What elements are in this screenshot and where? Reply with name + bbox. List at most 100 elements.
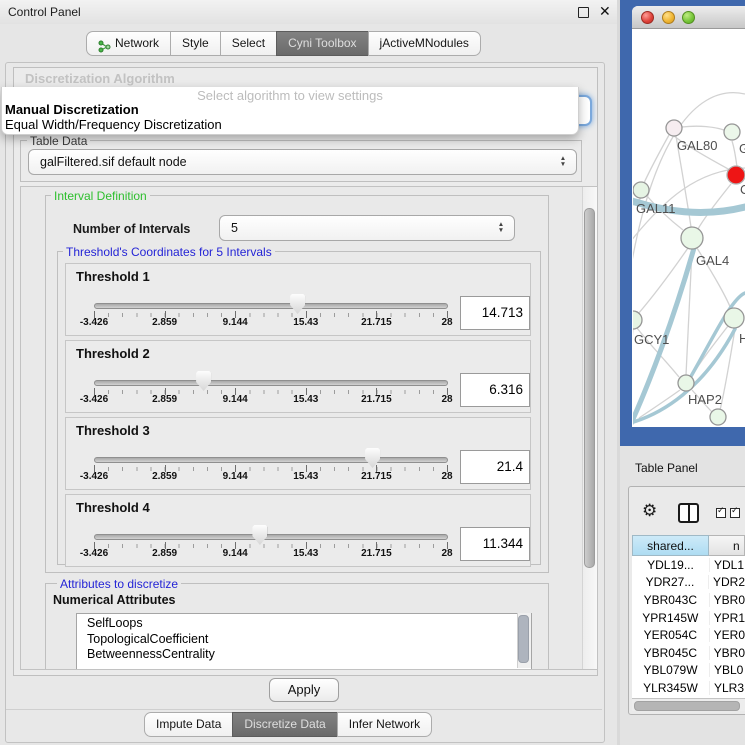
tab-discretize-data[interactable]: Discretize Data	[232, 712, 337, 737]
cell-name: YDL1	[709, 558, 745, 572]
divider	[6, 709, 602, 710]
popup-item-equal-width-frequency[interactable]: Equal Width/Frequency Discretization	[5, 117, 222, 132]
popup-item-manual-discretization[interactable]: Manual Discretization	[5, 102, 139, 117]
threshold-value-field[interactable]: 11.344	[460, 527, 530, 561]
network-node-label: GAL80	[677, 138, 717, 153]
axis-tick-label: 21.715	[361, 548, 392, 559]
network-node-label: HAP2	[688, 392, 722, 407]
attributes-scrollbar[interactable]	[517, 613, 531, 668]
axis-tick-label: 21.715	[361, 317, 392, 328]
threshold-slider-track[interactable]	[94, 380, 448, 386]
network-node-label: GCY1	[634, 332, 669, 347]
minimize-traffic-light-icon[interactable]	[662, 11, 675, 24]
network-edge	[698, 184, 731, 229]
threshold-slider-track[interactable]	[94, 303, 448, 309]
tab-jactivemnodules[interactable]: jActiveMNodules	[368, 31, 481, 56]
tab-cyni-toolbox[interactable]: Cyni Toolbox	[276, 31, 368, 56]
table-row[interactable]: YDL19...YDL1	[632, 556, 745, 574]
checkbox-icon[interactable]: ✓	[730, 508, 740, 518]
numerical-attributes-list: SelfLoopsTopologicalCoefficientBetweenne…	[76, 613, 532, 670]
cell-name: YBR0	[709, 593, 745, 607]
tab-infer-network[interactable]: Infer Network	[337, 712, 432, 737]
axis-tick-label: -3.426	[80, 317, 108, 328]
threshold-panel: Threshold 2 -3.4262.8599.14415.4321.7152…	[65, 340, 531, 413]
table-row[interactable]: YDR27...YDR2	[632, 574, 745, 592]
slider-tick-labels: -3.4262.8599.14415.4321.71528	[94, 394, 447, 406]
tab-select[interactable]: Select	[220, 31, 277, 56]
threshold-value-field[interactable]: 6.316	[460, 373, 530, 407]
node-table-body: YDL19...YDL1YDR27...YDR2YBR043CYBR0YPR14…	[632, 556, 745, 711]
table-row[interactable]: YBR045CYBR0	[632, 644, 745, 662]
zoom-traffic-light-icon[interactable]	[682, 11, 695, 24]
network-node[interactable]	[678, 375, 694, 391]
attribute-item[interactable]: TopologicalCoefficient	[77, 632, 531, 648]
network-node-label: H	[739, 331, 745, 346]
threshold-slider-track[interactable]	[94, 457, 448, 463]
attribute-item[interactable]: SelfLoops	[77, 616, 531, 632]
network-edge	[638, 248, 688, 314]
checkbox-icon[interactable]: ✓	[716, 508, 726, 518]
cell-shared-name: YBL079W	[632, 663, 709, 677]
axis-tick-label: 15.43	[293, 394, 318, 405]
table-horizontal-scrollbar-thumb[interactable]	[634, 701, 740, 711]
network-node[interactable]	[633, 182, 649, 198]
attributes-scrollbar-thumb[interactable]	[518, 615, 529, 663]
threshold-value-field[interactable]: 21.4	[460, 450, 530, 484]
settings-vertical-scrollbar-thumb[interactable]	[584, 208, 595, 568]
axis-tick-label: 28	[441, 548, 452, 559]
tab-network[interactable]: Network	[86, 31, 171, 56]
axis-tick-label: -3.426	[80, 394, 108, 405]
slider-tick-labels: -3.4262.8599.14415.4321.71528	[94, 471, 447, 483]
close-traffic-light-icon[interactable]	[641, 11, 654, 24]
slider-tick-labels: -3.4262.8599.14415.4321.71528	[94, 548, 447, 560]
network-node[interactable]	[666, 120, 682, 136]
attribute-item[interactable]: BetweennessCentrality	[77, 647, 531, 663]
table-data-combo[interactable]: galFiltered.sif default node ▲▼	[28, 149, 577, 175]
node-table: shared... n YDL19...YDL1YDR27...YDR2YBR0…	[632, 535, 745, 711]
column-header-name[interactable]: n	[709, 535, 745, 556]
column-header-shared-name[interactable]: shared...	[632, 535, 709, 556]
table-horizontal-scrollbar[interactable]	[632, 698, 745, 711]
network-node[interactable]	[724, 308, 744, 328]
axis-tick-label: 2.859	[152, 394, 177, 405]
axis-tick-label: -3.426	[80, 471, 108, 482]
network-node[interactable]	[681, 227, 703, 249]
table-row[interactable]: YBR043CYBR0	[632, 591, 745, 609]
tab-impute-data[interactable]: Impute Data	[144, 712, 233, 737]
cell-name: YDR2	[708, 575, 745, 589]
gear-icon[interactable]: ⚙	[642, 501, 657, 521]
split-table-icon[interactable]	[678, 503, 699, 523]
network-window: GAL80GACGAL11GAL4GCY1HHAP2	[632, 6, 745, 427]
network-canvas[interactable]: GAL80GACGAL11GAL4GCY1HHAP2	[633, 28, 745, 426]
float-window-icon[interactable]	[578, 7, 589, 18]
threshold-label: Threshold 1	[76, 269, 150, 284]
table-row[interactable]: YLR345WYLR3	[632, 679, 745, 697]
cell-name: YPR1	[709, 611, 745, 625]
number-of-intervals-combo[interactable]: 5 ▲▼	[219, 215, 515, 241]
network-node[interactable]	[724, 124, 740, 140]
table-row[interactable]: YBL079WYBL0	[632, 662, 745, 680]
tab-network-label: Network	[115, 31, 159, 56]
network-edge	[644, 135, 669, 183]
axis-tick-label: 15.43	[293, 548, 318, 559]
close-icon[interactable]: ✕	[599, 3, 611, 20]
tab-style[interactable]: Style	[170, 31, 221, 56]
threshold-label: Threshold 4	[76, 500, 150, 515]
cell-name: YBR0	[709, 646, 745, 660]
axis-tick-label: -3.426	[80, 548, 108, 559]
threshold-value-field[interactable]: 14.713	[460, 296, 530, 330]
apply-button[interactable]: Apply	[269, 678, 339, 702]
settings-vertical-scrollbar[interactable]	[582, 187, 597, 669]
network-node[interactable]	[710, 409, 726, 425]
cell-shared-name: YBR045C	[632, 646, 709, 660]
network-window-titlebar[interactable]	[632, 6, 745, 29]
table-row[interactable]: YPR145WYPR1	[632, 609, 745, 627]
table-row[interactable]: YER054CYER0	[632, 626, 745, 644]
axis-tick-label: 9.144	[223, 317, 248, 328]
axis-tick-label: 2.859	[152, 548, 177, 559]
cell-shared-name: YPR145W	[632, 611, 709, 625]
network-edge	[732, 141, 737, 167]
control-panel-title: Control Panel	[8, 5, 81, 19]
threshold-slider-track[interactable]	[94, 534, 448, 540]
network-node[interactable]	[633, 311, 642, 329]
